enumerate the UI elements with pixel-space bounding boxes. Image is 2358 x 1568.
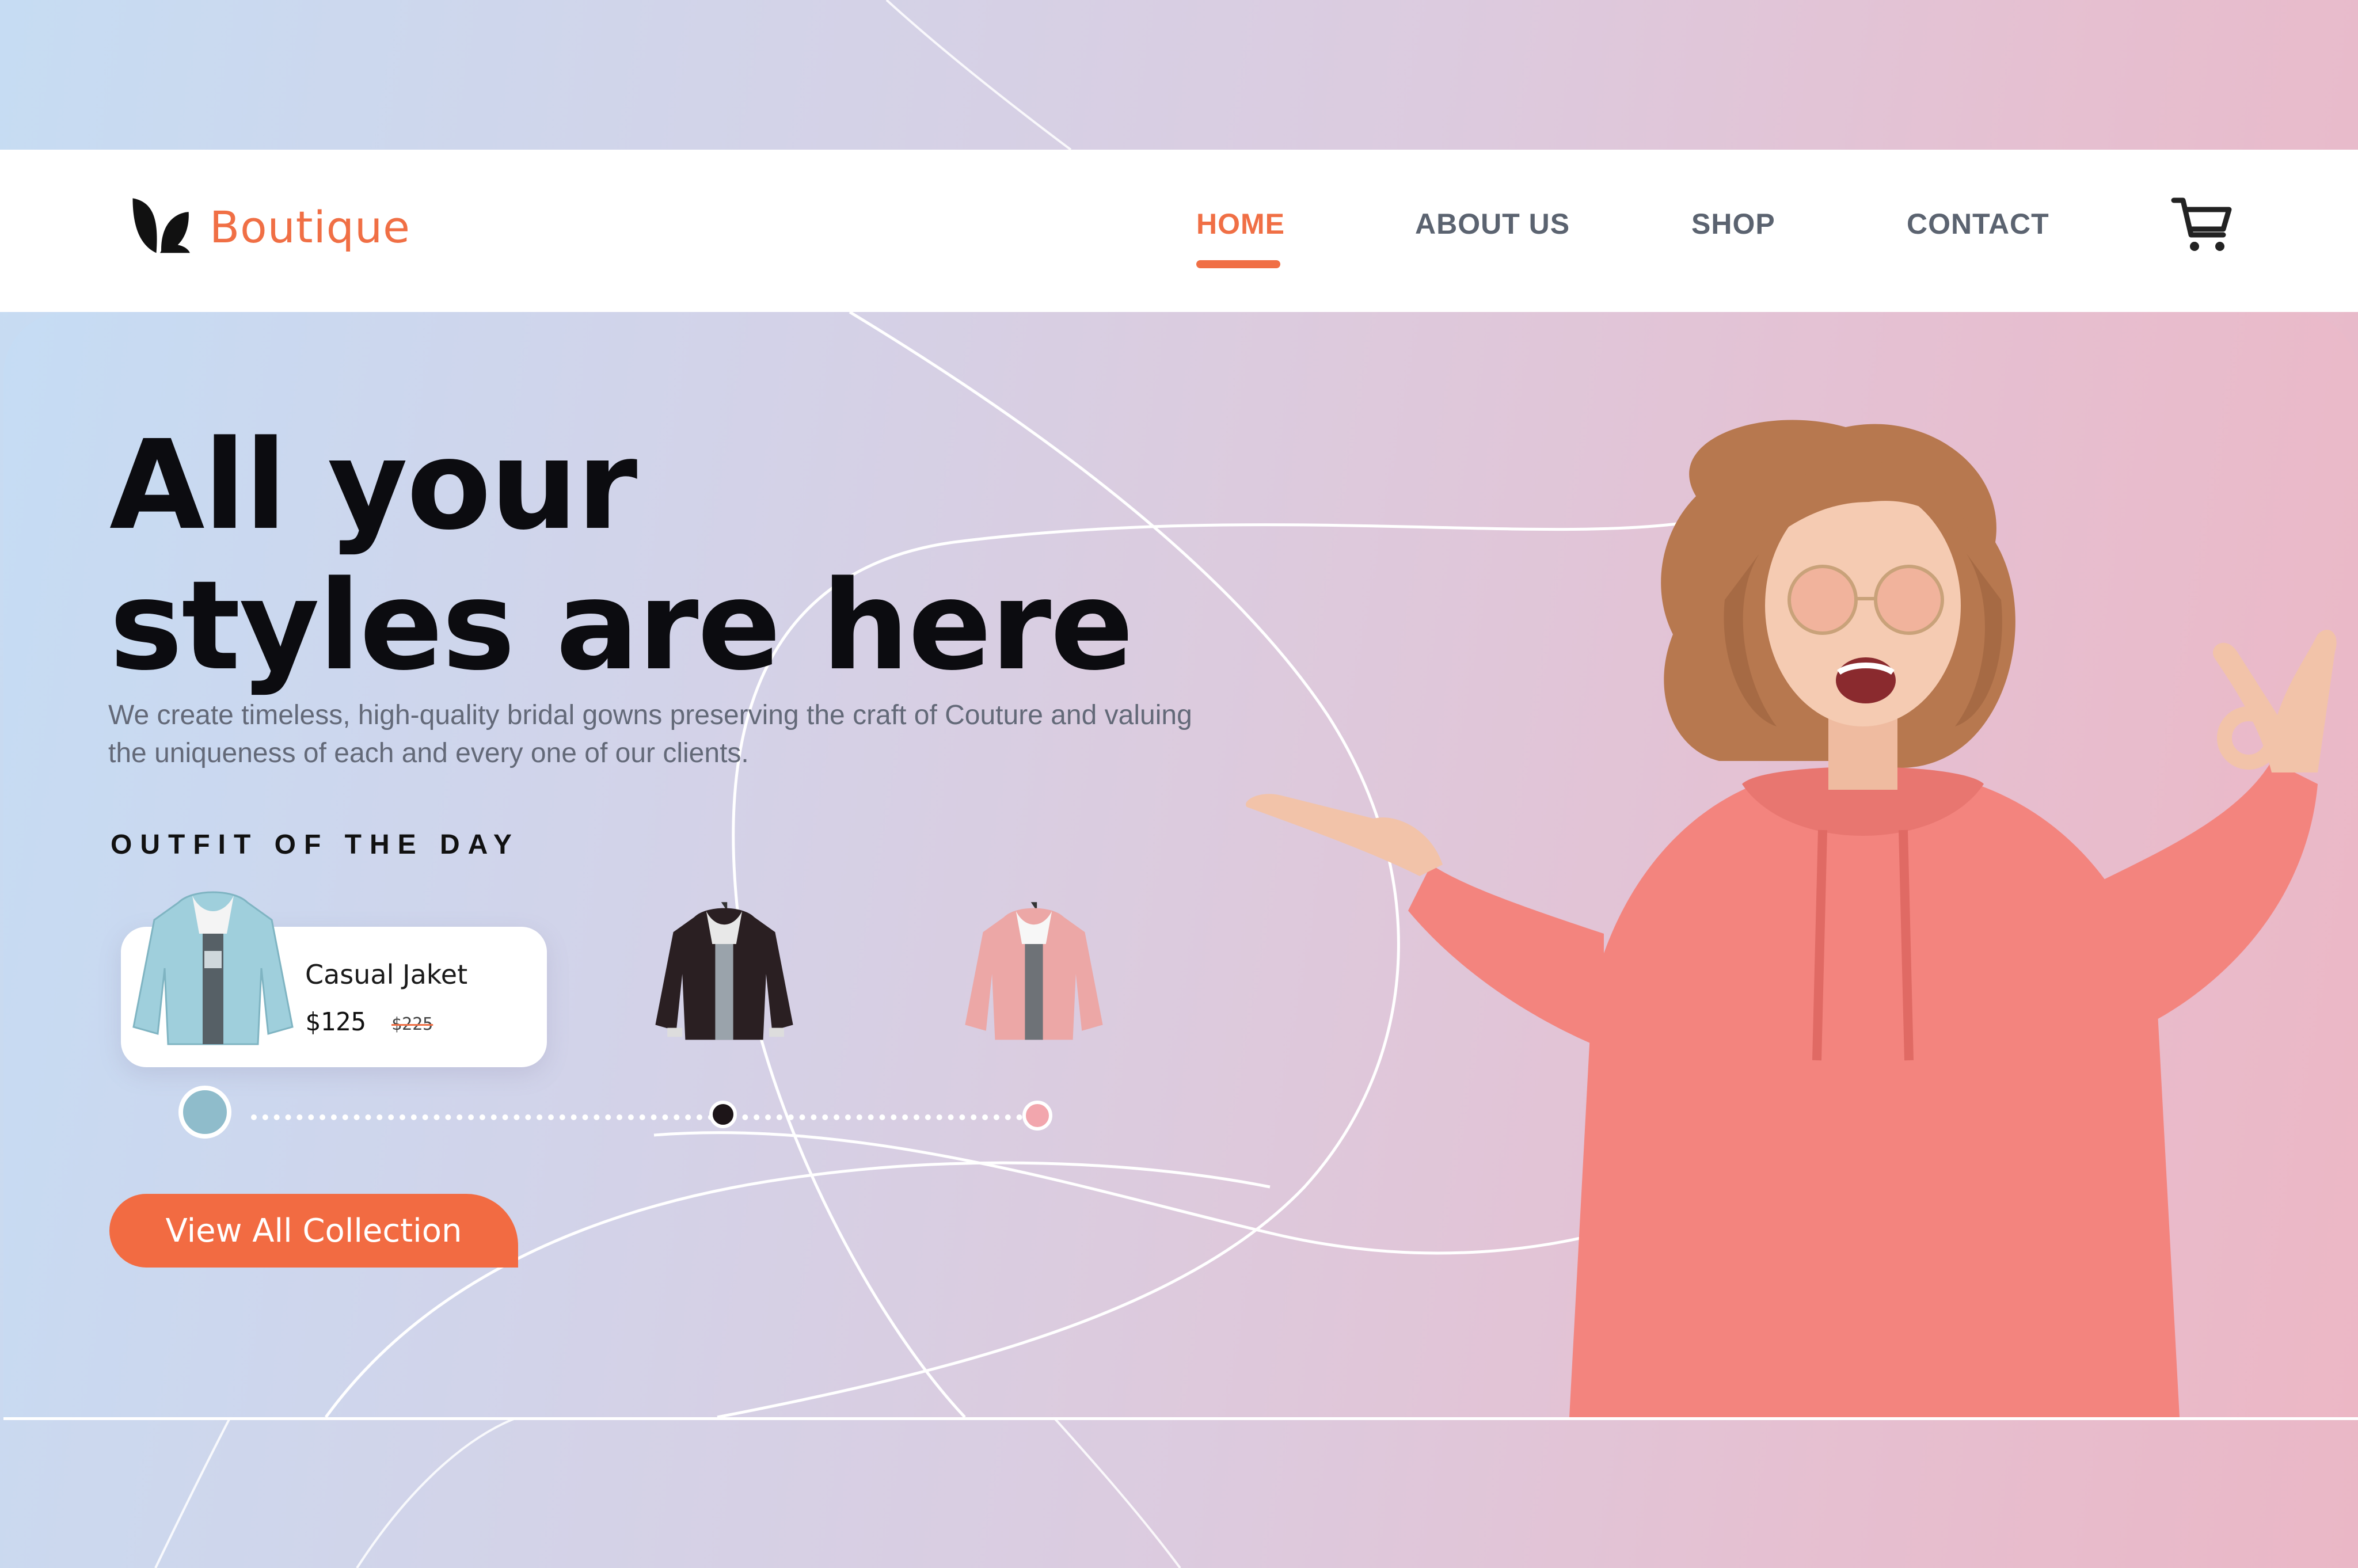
top-navbar: Boutique HOME ABOUT US SHOP CONTACT	[0, 150, 2358, 312]
brand-logo[interactable]: Boutique	[129, 196, 410, 258]
nav-home-link[interactable]: HOME	[1196, 207, 1285, 241]
nav-shop-link[interactable]: SHOP	[1691, 207, 1775, 241]
product-name: Casual Jaket	[305, 959, 468, 990]
nav-contact-link[interactable]: CONTACT	[1907, 207, 2049, 241]
nav-about-us-link[interactable]: ABOUT US	[1415, 207, 1570, 241]
headline-line-1: All your	[109, 414, 637, 557]
leaf-logo-icon	[132, 198, 190, 253]
slider-dot-2[interactable]	[709, 1101, 737, 1128]
brand-name: Boutique	[210, 201, 410, 253]
black-jacket-thumbnail[interactable]	[649, 899, 799, 1049]
model-photo	[1246, 420, 2337, 1417]
hero-banner: All your styles are here We create timel…	[3, 312, 2358, 1420]
active-nav-indicator	[1196, 260, 1280, 268]
hero-description: We create timeless, high-quality bridal …	[108, 700, 1192, 768]
slider-dot-3[interactable]	[1022, 1101, 1052, 1131]
pink-jacket-thumbnail[interactable]	[959, 899, 1109, 1049]
cart-icon[interactable]	[2170, 193, 2234, 257]
slider-dot-1[interactable]	[178, 1086, 231, 1139]
product-original-price: $225	[391, 1014, 433, 1034]
product-price: $125	[305, 1007, 366, 1037]
outfit-of-the-day-label: OUTFIT OF THE DAY	[111, 829, 520, 860]
blue-jacket-thumbnail[interactable]	[127, 882, 299, 1055]
view-all-collection-button[interactable]: View All Collection	[109, 1194, 518, 1268]
outfit-slider-track	[251, 1114, 1045, 1120]
headline-line-2: styles are here	[109, 554, 1134, 698]
hero-headline: All your styles are here	[109, 414, 1134, 698]
